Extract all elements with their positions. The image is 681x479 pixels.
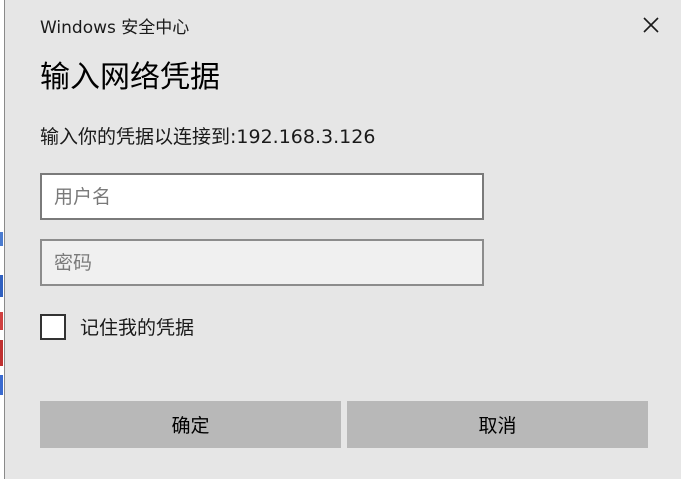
close-icon xyxy=(643,17,659,33)
remember-label: 记住我的凭据 xyxy=(80,317,195,339)
background-mark xyxy=(0,312,3,330)
window-title: Windows 安全中心 xyxy=(40,18,190,38)
remember-checkbox[interactable] xyxy=(40,313,66,340)
remember-credentials[interactable]: 记住我的凭据 xyxy=(40,313,194,340)
close-button[interactable] xyxy=(632,8,670,42)
background-mark xyxy=(0,340,3,366)
username-field[interactable] xyxy=(40,173,484,220)
background-mark xyxy=(0,232,3,246)
dialog-subtitle: 输入你的凭据以连接到:192.168.3.126 xyxy=(40,126,376,148)
background-mark xyxy=(0,275,3,297)
dialog-heading: 输入网络凭据 xyxy=(40,60,220,95)
background-mark xyxy=(0,375,3,395)
cancel-button[interactable]: 取消 xyxy=(347,401,648,448)
credential-dialog: Windows 安全中心 输入网络凭据 输入你的凭据以连接到:192.168.3… xyxy=(5,0,681,479)
password-field[interactable] xyxy=(40,239,484,286)
ok-button[interactable]: 确定 xyxy=(40,401,341,448)
